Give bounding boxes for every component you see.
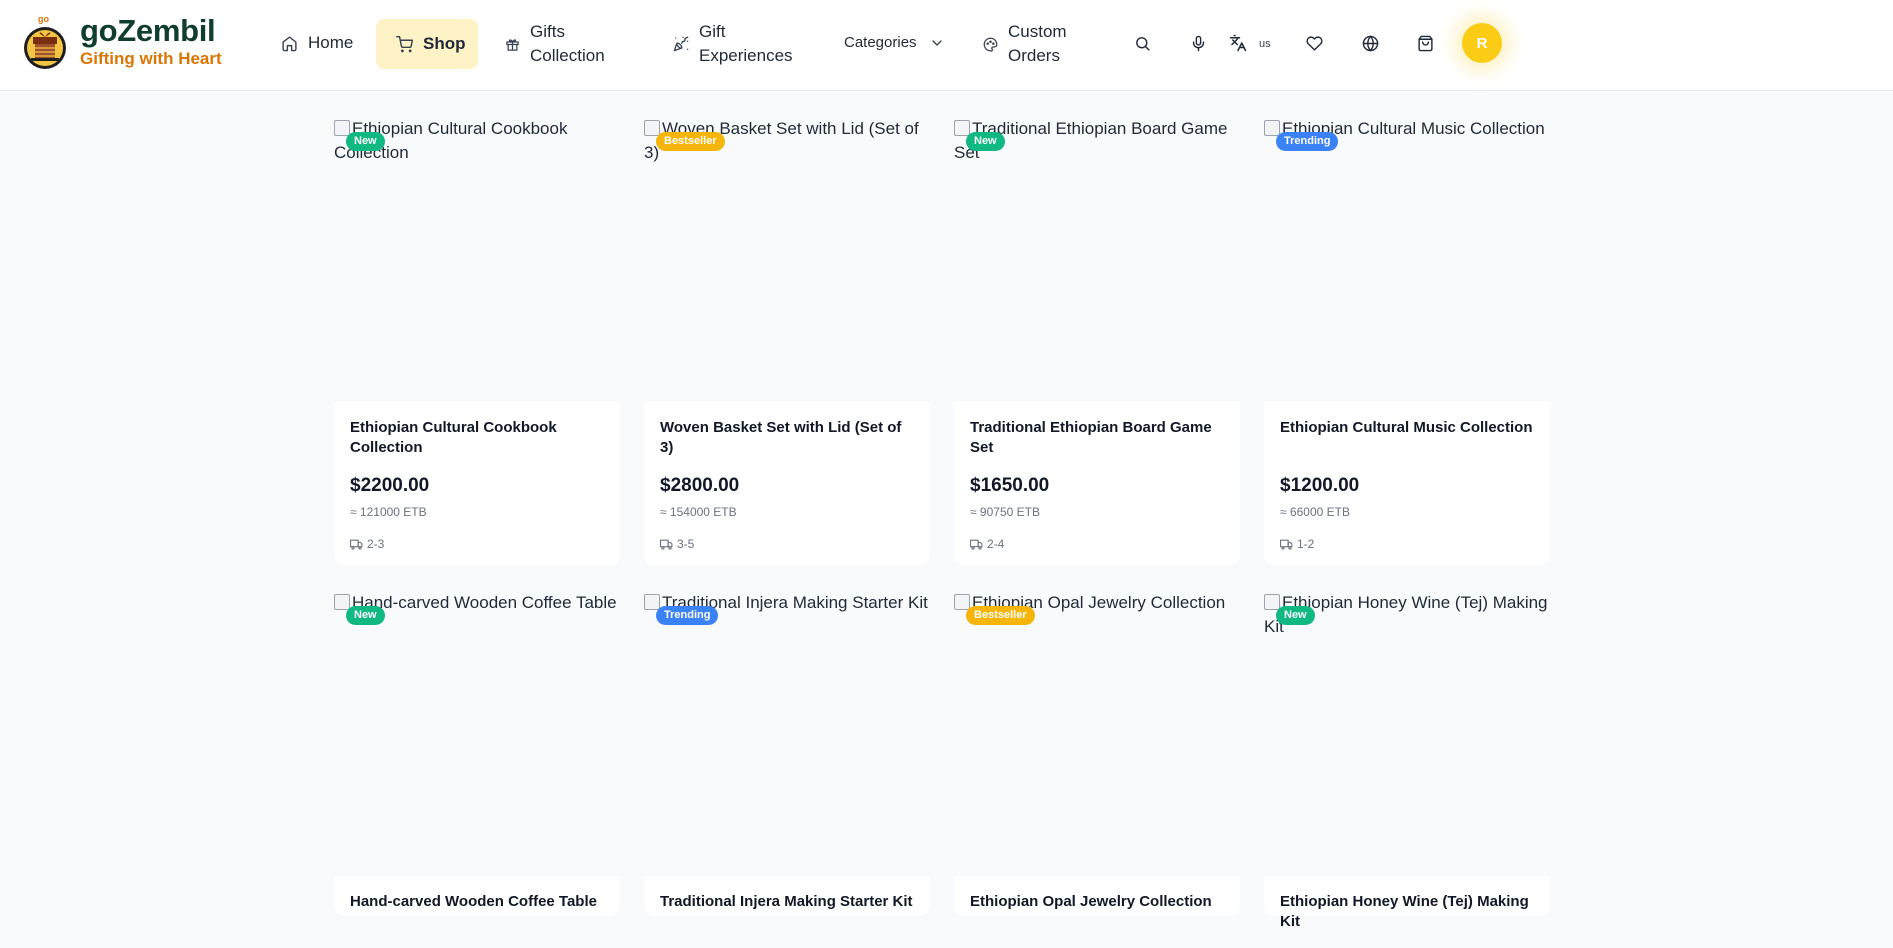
product-card[interactable]: Hand-carved Wooden Coffee Table New Hand… — [334, 591, 620, 916]
language-button[interactable] — [1226, 31, 1250, 55]
gift-icon — [506, 38, 519, 51]
nav-home-label: Home — [308, 33, 354, 52]
broken-image-icon — [954, 594, 970, 610]
product-image[interactable]: Traditional Ethiopian Board Game Set New — [954, 117, 1240, 402]
truck-icon — [1280, 539, 1293, 550]
truck-icon — [660, 539, 673, 550]
globe-icon — [1362, 35, 1378, 51]
brand-tagline: Gifting with Heart — [80, 49, 222, 68]
search-button[interactable] — [1130, 31, 1154, 55]
cart-button[interactable] — [1413, 31, 1437, 55]
shopping-bag-icon — [1417, 35, 1433, 51]
broken-image-icon — [1264, 594, 1280, 610]
wishlist-button[interactable] — [1302, 31, 1326, 55]
product-image[interactable]: Ethiopian Opal Jewelry Collection Bestse… — [954, 591, 1240, 876]
product-card[interactable]: Traditional Ethiopian Board Game Set New… — [954, 117, 1240, 565]
delivery-estimate: 1-2 — [1280, 537, 1534, 551]
home-icon — [282, 35, 297, 51]
microphone-icon — [1192, 35, 1204, 51]
broken-image-icon — [644, 594, 660, 610]
broken-image-icon — [954, 120, 970, 136]
avatar-initial: R — [1476, 34, 1488, 52]
badge-bestseller: Bestseller — [656, 132, 725, 151]
product-title[interactable]: Ethiopian Opal Jewelry Collection — [970, 892, 1224, 948]
product-card[interactable]: Traditional Injera Making Starter Kit Tr… — [644, 591, 930, 916]
nav-gift-experiences[interactable]: Gift Experiences — [673, 20, 793, 68]
product-card[interactable]: Ethiopian Honey Wine (Tej) Making Kit Ne… — [1264, 591, 1550, 930]
broken-image-icon — [1264, 120, 1280, 136]
product-price-etb: ≈ 154000 ETB — [660, 505, 737, 519]
product-card[interactable]: Woven Basket Set with Lid (Set of 3) Bes… — [644, 117, 930, 565]
product-title[interactable]: Traditional Ethiopian Board Game Set — [970, 418, 1224, 474]
palette-icon — [983, 37, 998, 52]
svg-text:go: go — [38, 14, 49, 24]
product-price-etb: ≈ 121000 ETB — [350, 505, 427, 519]
nav-gifts-collection[interactable]: Gifts Collection — [505, 20, 605, 68]
nav-categories-dropdown[interactable]: Categories — [844, 31, 945, 55]
nav-experiences-label: Gift Experiences — [699, 22, 793, 65]
badge-new: New — [1276, 606, 1315, 625]
chevron-down-icon — [931, 40, 942, 46]
delivery-estimate: 3-5 — [660, 537, 914, 551]
product-price: $1650.00 — [970, 475, 1050, 496]
party-popper-icon — [673, 36, 689, 52]
nav-custom-label: Custom Orders — [1008, 22, 1067, 65]
heart-icon — [1305, 35, 1323, 51]
product-price: $2200.00 — [350, 475, 430, 496]
voice-search-button[interactable] — [1186, 31, 1210, 55]
badge-bestseller: Bestseller — [966, 606, 1035, 625]
nav-home[interactable]: Home — [281, 31, 353, 55]
product-card[interactable]: Ethiopian Opal Jewelry Collection Bestse… — [954, 591, 1240, 916]
product-title[interactable]: Ethiopian Cultural Cookbook Collection — [350, 418, 604, 474]
user-avatar[interactable]: R — [1462, 23, 1502, 63]
product-image[interactable]: Woven Basket Set with Lid (Set of 3) Bes… — [644, 117, 930, 402]
product-price: $2800.00 — [660, 475, 740, 496]
brand-logo[interactable]: go goZembil Gifting with Heart — [22, 13, 222, 71]
product-image[interactable]: Ethiopian Cultural Music Collection Tren… — [1264, 117, 1550, 402]
product-card[interactable]: Ethiopian Cultural Cookbook Collection N… — [334, 117, 620, 565]
nav-shop-label: Shop — [423, 34, 466, 53]
broken-image-icon — [644, 120, 660, 136]
broken-image-icon — [334, 594, 350, 610]
delivery-estimate: 2-4 — [970, 537, 1224, 551]
product-price: $1200.00 — [1280, 475, 1360, 496]
product-image[interactable]: Ethiopian Cultural Cookbook Collection N… — [334, 117, 620, 402]
nav-gifts-label: Gifts Collection — [530, 22, 605, 65]
product-title[interactable]: Woven Basket Set with Lid (Set of 3) — [660, 418, 914, 474]
nav-shop[interactable]: Shop — [376, 19, 478, 69]
region-button[interactable] — [1358, 31, 1382, 55]
product-image[interactable]: Hand-carved Wooden Coffee Table New — [334, 591, 620, 876]
badge-trending: Trending — [1276, 132, 1339, 151]
shopping-cart-icon — [396, 35, 413, 52]
nav-categories-label: Categories — [844, 34, 917, 51]
product-title[interactable]: Ethiopian Cultural Music Collection — [1280, 418, 1534, 474]
product-title[interactable]: Traditional Injera Making Starter Kit — [660, 892, 914, 948]
product-title[interactable]: Ethiopian Honey Wine (Tej) Making Kit — [1280, 892, 1534, 948]
product-price-etb: ≈ 90750 ETB — [970, 505, 1040, 519]
product-image[interactable]: Traditional Injera Making Starter Kit Tr… — [644, 591, 930, 876]
badge-trending: Trending — [656, 606, 719, 625]
badge-new: New — [346, 606, 385, 625]
product-title[interactable]: Hand-carved Wooden Coffee Table — [350, 892, 604, 948]
search-icon — [1135, 36, 1150, 51]
badge-new: New — [966, 132, 1005, 151]
nav-custom-orders[interactable]: Custom Orders — [983, 20, 1067, 68]
truck-icon — [970, 539, 983, 550]
delivery-estimate: 2-3 — [350, 537, 604, 551]
truck-icon — [350, 539, 363, 550]
brand-name: goZembil — [80, 13, 216, 48]
badge-new: New — [346, 132, 385, 151]
product-card[interactable]: Ethiopian Cultural Music Collection Tren… — [1264, 117, 1550, 565]
broken-image-icon — [334, 120, 350, 136]
product-image[interactable]: Ethiopian Honey Wine (Tej) Making Kit Ne… — [1264, 591, 1550, 876]
site-header: go goZembil Gifting with Heart Home Shop… — [0, 0, 1893, 91]
gift-basket-logo-icon: go — [22, 13, 68, 71]
language-code: us — [1259, 38, 1271, 50]
product-price-etb: ≈ 66000 ETB — [1280, 505, 1350, 519]
translate-icon — [1229, 34, 1247, 52]
